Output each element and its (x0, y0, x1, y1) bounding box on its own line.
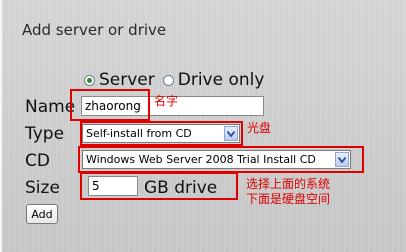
add-button[interactable]: Add (26, 204, 58, 224)
type-annotation-note: 光盘 (247, 121, 272, 135)
drive-only-radio-label[interactable]: Drive only (178, 70, 265, 90)
name-label: Name (25, 97, 76, 117)
cd-annotation-box (78, 146, 364, 173)
panel-title: Add server or drive (22, 21, 167, 39)
drive-only-radio[interactable] (162, 74, 174, 86)
server-radio-label[interactable]: Server (99, 70, 155, 90)
type-label: Type (25, 124, 65, 144)
name-annotation-box (70, 89, 150, 121)
type-annotation-box (80, 121, 243, 146)
size-annotation-box (80, 172, 238, 200)
server-type-radio-group: Server Drive only (84, 70, 272, 90)
name-annotation-note: 名字 (154, 94, 179, 108)
size-label: Size (25, 178, 60, 198)
cd-label: CD (25, 151, 50, 171)
size-annotation-note-1: 选择上面的系统 (246, 177, 331, 191)
server-radio[interactable] (84, 74, 95, 86)
add-server-panel: Add server or drive Server Drive only Na… (0, 0, 406, 252)
size-annotation-note-2: 下面是硬盘空间 (246, 192, 331, 206)
